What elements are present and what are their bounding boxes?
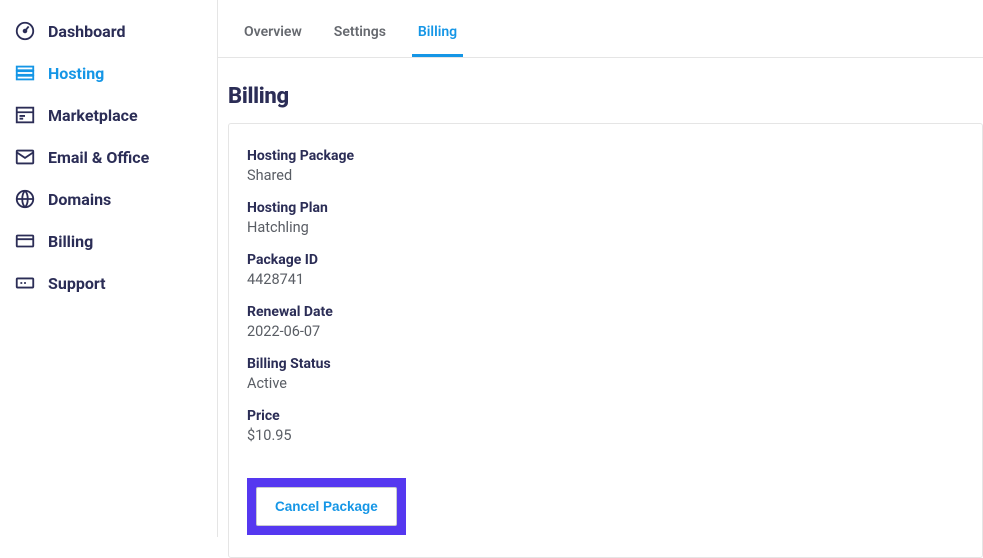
- tab-billing[interactable]: Billing: [412, 6, 463, 57]
- field-label: Hosting Package: [247, 148, 964, 164]
- field-label: Renewal Date: [247, 304, 964, 320]
- sidebar-item-label: Email & Office: [48, 148, 149, 167]
- sidebar-item-label: Hosting: [48, 64, 104, 83]
- field-value: 2022-06-07: [247, 323, 964, 340]
- marketplace-icon: [14, 104, 36, 126]
- field-value: 4428741: [247, 271, 964, 288]
- tab-overview[interactable]: Overview: [238, 6, 308, 57]
- sidebar-item-label: Marketplace: [48, 106, 138, 125]
- page-title: Billing: [228, 84, 983, 109]
- field-value: Shared: [247, 167, 964, 184]
- globe-icon: [14, 188, 36, 210]
- sidebar-item-domains[interactable]: Domains: [14, 178, 207, 220]
- sidebar: Dashboard Hosting Marketplace Email & Of…: [0, 0, 218, 537]
- tabs: Overview Settings Billing: [218, 6, 983, 58]
- sidebar-item-hosting[interactable]: Hosting: [14, 52, 207, 94]
- dashboard-icon: [14, 20, 36, 42]
- field-renewal-date: Renewal Date 2022-06-07: [247, 304, 964, 340]
- sidebar-item-label: Support: [48, 274, 106, 293]
- billing-card: Hosting Package Shared Hosting Plan Hatc…: [228, 123, 983, 558]
- hosting-icon: [14, 62, 36, 84]
- sidebar-item-label: Dashboard: [48, 22, 125, 41]
- email-icon: [14, 146, 36, 168]
- field-price: Price $10.95: [247, 408, 964, 444]
- field-hosting-package: Hosting Package Shared: [247, 148, 964, 184]
- credit-card-icon: [14, 230, 36, 252]
- field-label: Price: [247, 408, 964, 424]
- sidebar-item-email-office[interactable]: Email & Office: [14, 136, 207, 178]
- field-hosting-plan: Hosting Plan Hatchling: [247, 200, 964, 236]
- field-value: $10.95: [247, 427, 964, 444]
- support-icon: [14, 272, 36, 294]
- cancel-package-highlight: Cancel Package: [247, 478, 406, 535]
- sidebar-item-marketplace[interactable]: Marketplace: [14, 94, 207, 136]
- field-label: Hosting Plan: [247, 200, 964, 216]
- sidebar-item-dashboard[interactable]: Dashboard: [14, 10, 207, 52]
- sidebar-item-support[interactable]: Support: [14, 262, 207, 304]
- sidebar-item-billing[interactable]: Billing: [14, 220, 207, 262]
- field-package-id: Package ID 4428741: [247, 252, 964, 288]
- field-value: Active: [247, 375, 964, 392]
- field-label: Package ID: [247, 252, 964, 268]
- field-value: Hatchling: [247, 219, 964, 236]
- sidebar-item-label: Domains: [48, 190, 111, 209]
- tab-settings[interactable]: Settings: [328, 6, 392, 57]
- field-billing-status: Billing Status Active: [247, 356, 964, 392]
- cancel-package-button[interactable]: Cancel Package: [256, 487, 397, 526]
- sidebar-item-label: Billing: [48, 232, 93, 251]
- field-label: Billing Status: [247, 356, 964, 372]
- main-content: Overview Settings Billing Billing Hostin…: [218, 0, 983, 537]
